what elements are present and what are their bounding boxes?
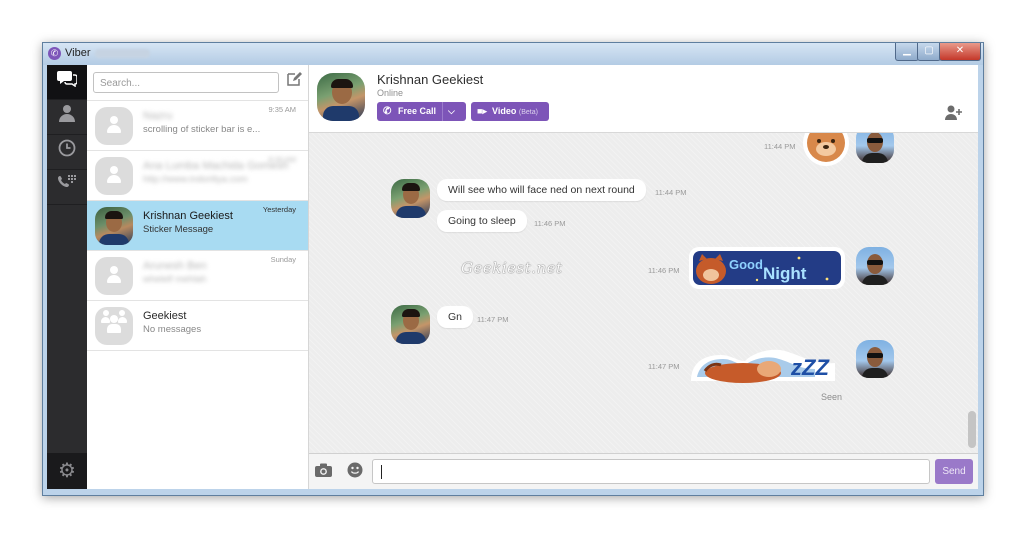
message-input[interactable]	[372, 459, 930, 484]
contact-message-avatar	[391, 305, 430, 344]
sticker-text-zzz: zZZ	[790, 355, 830, 380]
search-input[interactable]: Search...	[93, 72, 279, 93]
contacts-icon[interactable]	[47, 100, 87, 135]
message-time: 11:46 PM	[534, 219, 566, 228]
message-area[interactable]: 11:44 PM Will see who will face ned on n…	[309, 133, 978, 453]
camera-icon[interactable]	[315, 463, 332, 482]
chat-list-item[interactable]: Arunesh Ben whelelf mehlah Sunday	[87, 250, 308, 300]
chat-preview: Sticker Message	[143, 224, 214, 235]
my-avatar	[856, 247, 894, 285]
chat-list-item[interactable]: Nazru scrolling of sticker bar is e... 9…	[87, 100, 308, 150]
chat-name: Geekiest	[143, 310, 187, 322]
sticker-text-night: Night	[763, 264, 807, 283]
viber-window: ✆ Viber ▁ ▢ ✕ ⚙ Search... Nazru scrollin…	[42, 42, 984, 496]
title-redacted	[95, 49, 150, 58]
conversation-header: Krishnan Geekiest Online ✆ Free Call ⌵ ■…	[309, 65, 978, 133]
avatar-placeholder	[95, 107, 133, 145]
app-client-area: ⚙ Search... Nazru scrolling of sticker b…	[47, 65, 978, 489]
minimize-button[interactable]: ▁	[895, 43, 919, 61]
my-avatar	[856, 340, 894, 378]
compose-icon[interactable]	[285, 71, 303, 89]
avatar-placeholder	[95, 157, 133, 195]
contact-status: Online	[377, 88, 404, 98]
dialpad-icon[interactable]	[47, 170, 87, 205]
chevron-down-icon[interactable]: ⌵	[448, 102, 455, 121]
chat-name: Krishnan Geekiest	[143, 210, 233, 222]
chat-time: 9:35 AM	[268, 105, 296, 114]
message-time: 11:47 PM	[477, 315, 509, 324]
recents-icon[interactable]	[47, 135, 87, 170]
chat-preview: scrolling of sticker bar is e...	[143, 124, 261, 135]
free-call-button[interactable]: ✆ Free Call ⌵	[377, 102, 466, 121]
contact-name: Krishnan Geekiest	[377, 72, 484, 87]
message-time: 11:46 PM	[648, 266, 680, 275]
video-label: Video	[492, 106, 517, 116]
chat-preview: whelelf mehlah	[143, 274, 207, 285]
viber-icon: ✆	[48, 47, 61, 60]
maximize-button[interactable]: ▢	[917, 43, 941, 61]
close-button[interactable]: ✕	[939, 43, 981, 61]
free-call-label: Free Call	[398, 106, 437, 116]
window-title: Viber	[65, 47, 91, 59]
chat-list-item[interactable]: Ana Lumba Machida Gomesh http://www.indo…	[87, 150, 308, 200]
title-bar[interactable]: ✆ Viber ▁ ▢ ✕	[43, 43, 983, 65]
chat-name: Nazru	[143, 110, 173, 122]
my-avatar	[856, 133, 894, 163]
chats-icon[interactable]	[47, 65, 87, 100]
gear-icon[interactable]: ⚙	[47, 453, 87, 489]
message-bubble[interactable]: Going to sleep	[437, 210, 527, 232]
emoji-icon[interactable]	[347, 462, 363, 483]
sleeping-zzz-sticker[interactable]: zZZ	[687, 337, 847, 392]
chat-time: 8:30 AM	[268, 155, 296, 164]
chat-list-item-selected[interactable]: Krishnan Geekiest Sticker Message Yester…	[87, 200, 308, 250]
message-bubble[interactable]: Will see who will face ned on next round	[437, 179, 646, 201]
good-night-sticker[interactable]: Good Night	[687, 243, 847, 298]
chat-preview: No messages	[143, 324, 202, 335]
message-time: 11:44 PM	[764, 142, 796, 151]
scrollbar-thumb[interactable]	[968, 411, 976, 448]
video-call-button[interactable]: ■▸ Video (Beta)	[471, 102, 549, 121]
send-button[interactable]: Send	[935, 459, 973, 484]
chat-list-item[interactable]: Geekiest No messages	[87, 300, 308, 351]
group-avatar	[95, 307, 133, 345]
chat-preview: http://www.indoriliya.com	[143, 174, 248, 185]
conversation-pane: Krishnan Geekiest Online ✆ Free Call ⌵ ■…	[309, 65, 978, 489]
seen-indicator: Seen	[821, 392, 843, 402]
video-camera-icon: ■▸	[477, 106, 487, 116]
message-time: 11:47 PM	[648, 362, 680, 371]
bear-face-sticker[interactable]	[802, 133, 850, 172]
message-time: 11:44 PM	[655, 188, 687, 197]
chat-time: Sunday	[270, 255, 296, 264]
message-composer: Send	[309, 453, 978, 489]
chat-name: Ana Lumba Machida Gomesh	[143, 160, 289, 172]
message-bubble[interactable]: Gn	[437, 306, 474, 328]
chat-time: Yesterday	[262, 205, 296, 214]
contact-message-avatar	[391, 179, 430, 218]
video-beta-label: (Beta)	[518, 109, 538, 116]
watermark-text: Geekiest.net	[461, 259, 563, 277]
avatar-placeholder	[95, 257, 133, 295]
sticker-text-good: Good	[729, 257, 763, 272]
avatar	[95, 207, 133, 245]
chat-list-panel: Search... Nazru scrolling of sticker bar…	[87, 65, 309, 489]
contact-avatar[interactable]	[317, 73, 365, 121]
chat-name: Arunesh Ben	[143, 260, 207, 272]
add-contact-icon[interactable]	[945, 105, 963, 123]
navigation-rail: ⚙	[47, 65, 87, 489]
phone-icon: ✆	[383, 106, 392, 117]
